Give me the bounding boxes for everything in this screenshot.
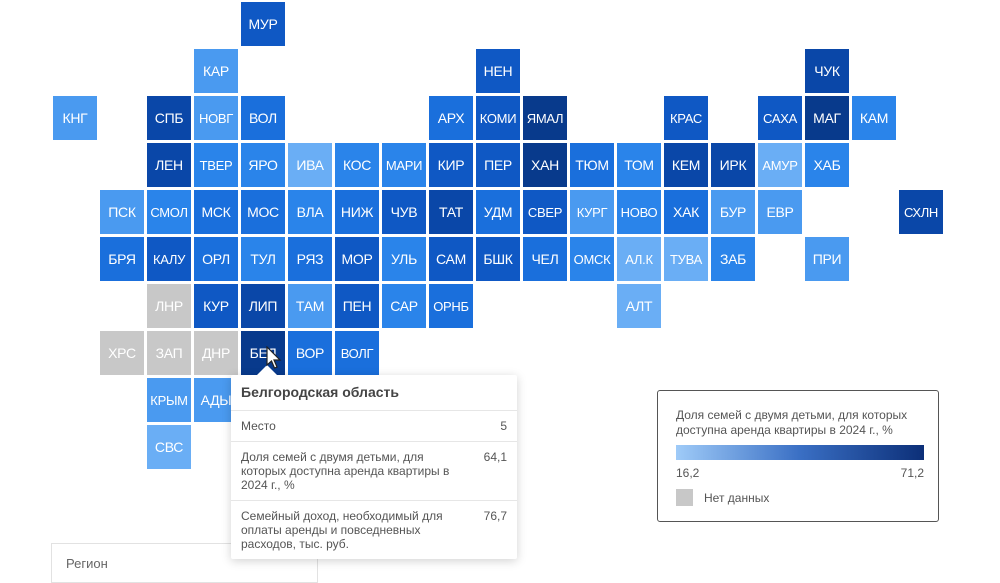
tooltip-row: Доля семей с двумя детьми, для которых д…: [231, 442, 517, 501]
region-tile[interactable]: ЛЕН: [147, 143, 191, 187]
tooltip-title: Белгородская область: [231, 375, 517, 411]
region-tile[interactable]: ЗАП: [147, 331, 191, 375]
no-data-label: Нет данных: [704, 491, 770, 505]
region-tile[interactable]: КАЛУ: [147, 237, 191, 281]
region-tile[interactable]: ВОЛ: [241, 96, 285, 140]
region-tile[interactable]: СВЕР: [523, 190, 567, 234]
region-tile[interactable]: ВОЛГ: [335, 331, 379, 375]
region-tile[interactable]: КИР: [429, 143, 473, 187]
region-tile[interactable]: КАМ: [852, 96, 896, 140]
region-tile[interactable]: ПРИ: [805, 237, 849, 281]
region-tile[interactable]: САХА: [758, 96, 802, 140]
region-tile[interactable]: ИВА: [288, 143, 332, 187]
region-tile[interactable]: БШК: [476, 237, 520, 281]
region-tile[interactable]: МОС: [241, 190, 285, 234]
region-tile[interactable]: ВЛА: [288, 190, 332, 234]
region-tile[interactable]: ТУВА: [664, 237, 708, 281]
region-tile[interactable]: СМОЛ: [147, 190, 191, 234]
tooltip-row: Семейный доход, необходимый для оплаты а…: [231, 501, 517, 559]
region-tile[interactable]: МСК: [194, 190, 238, 234]
legend-title: Доля семей с двумя детьми, для которых д…: [676, 408, 908, 437]
map-legend: Доля семей с двумя детьми, для которых д…: [657, 390, 939, 522]
region-tile[interactable]: ОМСК: [570, 237, 614, 281]
region-tile[interactable]: ПЕН: [335, 284, 379, 328]
tooltip-row-label: Семейный доход, необходимый для оплаты а…: [241, 509, 443, 551]
region-tile[interactable]: БУР: [711, 190, 755, 234]
region-tile[interactable]: ЯМАЛ: [523, 96, 567, 140]
region-tile[interactable]: КУРГ: [570, 190, 614, 234]
region-tile[interactable]: ТУЛ: [241, 237, 285, 281]
region-tile[interactable]: ХРС: [100, 331, 144, 375]
region-tile[interactable]: АЛТ: [617, 284, 661, 328]
region-tile[interactable]: ХАБ: [805, 143, 849, 187]
region-tile[interactable]: БРЯ: [100, 237, 144, 281]
tooltip-row: Место 5: [231, 411, 517, 442]
region-tile[interactable]: СПБ: [147, 96, 191, 140]
region-tile[interactable]: РЯЗ: [288, 237, 332, 281]
region-tile[interactable]: НИЖ: [335, 190, 379, 234]
region-tile[interactable]: ЕВР: [758, 190, 802, 234]
region-tile[interactable]: КЕМ: [664, 143, 708, 187]
tooltip-row-value: 64,1: [483, 450, 507, 464]
region-tile[interactable]: НЕН: [476, 49, 520, 93]
region-tile[interactable]: АРХ: [429, 96, 473, 140]
tooltip-row-label: Доля семей с двумя детьми, для которых д…: [241, 450, 450, 492]
tooltip-row-label: Место: [241, 419, 276, 433]
region-tile[interactable]: СХЛН: [899, 190, 943, 234]
region-tile[interactable]: КРЫМ: [147, 378, 191, 422]
region-tile[interactable]: ДНР: [194, 331, 238, 375]
region-tile[interactable]: ТАТ: [429, 190, 473, 234]
region-tile[interactable]: ТВЕР: [194, 143, 238, 187]
region-tile[interactable]: АМУР: [758, 143, 802, 187]
region-tile[interactable]: ОРНБ: [429, 284, 473, 328]
tooltip-row-value: 76,7: [483, 509, 507, 523]
region-tile[interactable]: ТЮМ: [570, 143, 614, 187]
region-tile[interactable]: ВОР: [288, 331, 332, 375]
region-tile[interactable]: КАР: [194, 49, 238, 93]
region-tile[interactable]: ЛИП: [241, 284, 285, 328]
region-tile[interactable]: МАРИ: [382, 143, 426, 187]
region-tooltip: Белгородская область Место 5 Доля семей …: [231, 365, 517, 559]
region-tile[interactable]: МУР: [241, 2, 285, 46]
region-tile[interactable]: ХАК: [664, 190, 708, 234]
region-tile[interactable]: ТОМ: [617, 143, 661, 187]
region-tile[interactable]: АЛ.К: [617, 237, 661, 281]
legend-min: 16,2: [676, 466, 700, 480]
region-tile[interactable]: КОС: [335, 143, 379, 187]
region-tile[interactable]: ЛНР: [147, 284, 191, 328]
region-tile[interactable]: ИРК: [711, 143, 755, 187]
region-tile[interactable]: ПСК: [100, 190, 144, 234]
region-tile[interactable]: МОР: [335, 237, 379, 281]
region-tile[interactable]: МАГ: [805, 96, 849, 140]
region-tile[interactable]: ЗАБ: [711, 237, 755, 281]
region-tile[interactable]: СВС: [147, 425, 191, 469]
region-tile[interactable]: НОВО: [617, 190, 661, 234]
legend-max: 71,2: [900, 466, 924, 480]
legend-gradient-bar: [676, 445, 924, 460]
region-tile[interactable]: САР: [382, 284, 426, 328]
tooltip-row-value: 5: [500, 419, 507, 433]
region-tile[interactable]: УДМ: [476, 190, 520, 234]
region-tile[interactable]: САМ: [429, 237, 473, 281]
region-tile[interactable]: ТАМ: [288, 284, 332, 328]
region-tile[interactable]: ЧУК: [805, 49, 849, 93]
mouse-cursor-icon: [266, 346, 282, 369]
region-tile[interactable]: ЧЕЛ: [523, 237, 567, 281]
region-select-label: Регион: [66, 556, 108, 571]
region-tile[interactable]: КРАС: [664, 96, 708, 140]
region-tile[interactable]: ЧУВ: [382, 190, 426, 234]
region-tile[interactable]: УЛЬ: [382, 237, 426, 281]
region-tile[interactable]: ЯРО: [241, 143, 285, 187]
region-tile[interactable]: КУР: [194, 284, 238, 328]
region-tile[interactable]: КНГ: [53, 96, 97, 140]
region-tile[interactable]: ОРЛ: [194, 237, 238, 281]
no-data-swatch: [676, 489, 693, 506]
region-tile[interactable]: ПЕР: [476, 143, 520, 187]
region-tile[interactable]: НОВГ: [194, 96, 238, 140]
region-tile[interactable]: КОМИ: [476, 96, 520, 140]
region-tile[interactable]: ХАН: [523, 143, 567, 187]
